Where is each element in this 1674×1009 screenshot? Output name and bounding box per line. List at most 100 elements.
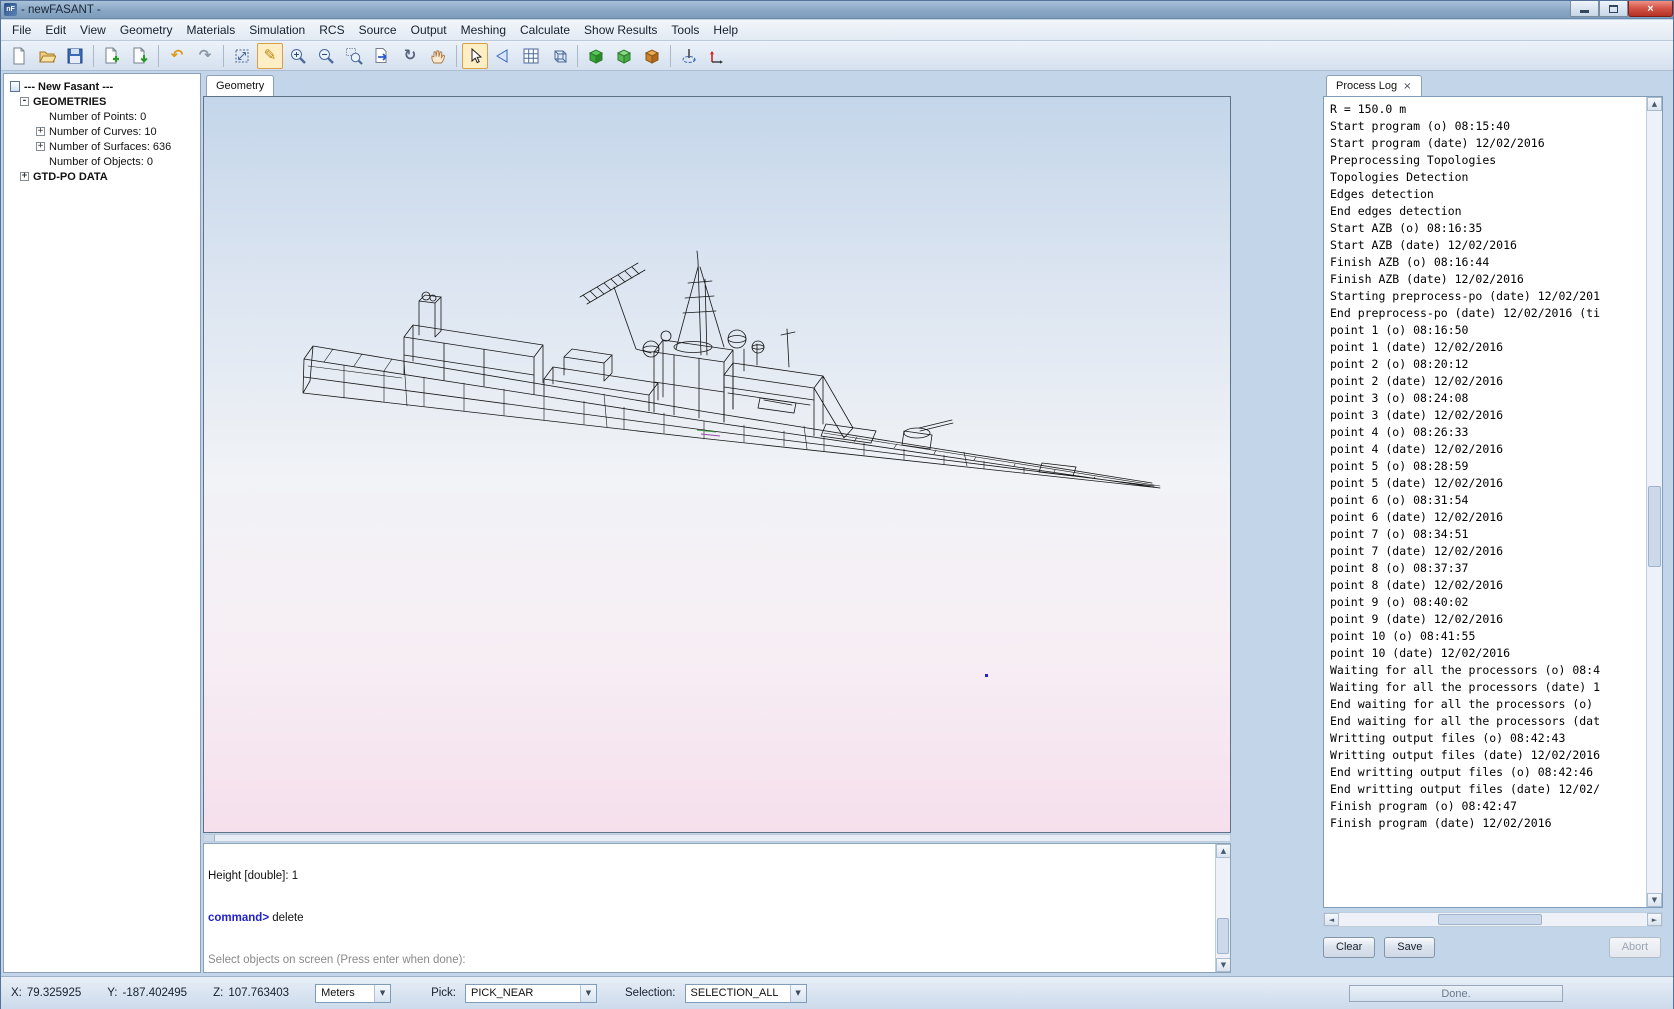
tree-item-gtd-po-data[interactable]: + GTD-PO DATA [6,169,198,184]
process-log-horizontal-scrollbar[interactable]: ◄ ► [1323,912,1663,927]
process-log-text: R = 150.0 m Start program (o) 08:15:40 S… [1330,101,1645,907]
pan-view-button[interactable] [369,43,395,69]
pan-view-icon [373,47,391,65]
chevron-down-icon: ▼ [374,985,390,1002]
select-cursor-button[interactable] [462,43,488,69]
scrollbar-thumb[interactable] [1438,914,1543,925]
open-button[interactable] [34,43,60,69]
tree-root-label: --- New Fasant --- [24,81,113,93]
axes-button[interactable] [704,43,730,69]
view-direction-icon [494,47,512,65]
units-dropdown[interactable]: Meters ▼ [315,984,391,1003]
scroll-up-icon[interactable]: ▲ [1647,97,1662,111]
save-button[interactable] [62,43,88,69]
menu-show-results[interactable]: Show Results [577,21,664,39]
scroll-left-icon[interactable]: ◄ [1324,913,1339,926]
menu-rcs[interactable]: RCS [312,21,351,39]
wireframe-cube-icon [550,47,568,65]
horizontal-splitter[interactable] [203,834,1231,842]
menu-file[interactable]: File [5,21,38,39]
solid-view-shaded-button[interactable] [611,43,637,69]
clear-button[interactable]: Clear [1323,937,1375,958]
tab-process-log[interactable]: Process Log × [1326,75,1422,96]
maximize-button[interactable] [1599,1,1628,17]
command-line: command> delete [208,911,1214,925]
selection-mode-dropdown[interactable]: SELECTION_ALL ▼ [685,984,807,1003]
expand-icon[interactable]: + [36,127,45,136]
zoom-extents-button[interactable] [229,43,255,69]
undo-button[interactable]: ↶ [164,43,190,69]
pick-label: Pick: [431,987,456,999]
tree-item-surfaces[interactable]: + Number of Surfaces: 636 [6,139,198,154]
menu-materials[interactable]: Materials [180,21,243,39]
zoom-in-button[interactable] [285,43,311,69]
expand-icon[interactable]: + [36,142,45,151]
pick-mode-dropdown[interactable]: PICK_NEAR ▼ [465,984,597,1003]
export-geometry-button[interactable] [127,43,153,69]
splitter-handle[interactable] [204,835,215,841]
process-log-box: R = 150.0 m Start program (o) 08:15:40 S… [1323,96,1663,908]
orbit-view-button[interactable]: ↻ [397,43,423,69]
ship-wireframe [204,97,1231,833]
solid-view-orange-button[interactable] [639,43,665,69]
progress-label: Done. [1441,988,1470,1000]
tree-item-curves[interactable]: + Number of Curves: 10 [6,124,198,139]
save-icon [66,47,84,65]
save-log-button[interactable]: Save [1384,937,1435,958]
scroll-up-icon[interactable]: ▲ [1216,844,1231,858]
hand-pan-button[interactable] [425,43,451,69]
menu-output[interactable]: Output [404,21,454,39]
rotate-around-axis-button[interactable] [676,43,702,69]
geometry-viewport[interactable] [203,96,1231,833]
close-button[interactable]: × [1628,1,1673,17]
import-geometry-button[interactable] [99,43,125,69]
solid-view-green-button[interactable] [583,43,609,69]
expand-icon[interactable]: + [20,172,29,181]
tree-item-geometries[interactable]: - GEOMETRIES [6,94,198,109]
scrollbar-thumb[interactable] [1217,918,1229,954]
tab-geometry[interactable]: Geometry [206,75,274,96]
scrollbar-thumb[interactable] [1648,486,1661,567]
y-label: Y: [107,987,117,999]
collapse-icon[interactable]: - [20,97,29,106]
scroll-down-icon[interactable]: ▼ [1216,958,1231,972]
menu-help[interactable]: Help [706,21,745,39]
axes-icon [708,47,726,65]
app-window: nF - newFASANT - × File Edit View Geomet… [0,0,1674,1009]
scroll-right-icon[interactable]: ► [1647,913,1662,926]
zoom-window-button[interactable] [341,43,367,69]
view-direction-button[interactable] [490,43,516,69]
redo-button[interactable]: ↷ [192,43,218,69]
menu-edit[interactable]: Edit [38,21,73,39]
expander-placeholder [36,112,45,121]
menu-geometry[interactable]: Geometry [113,21,180,39]
command-scrollbar[interactable]: ▲ ▼ [1215,844,1230,972]
scrollbar-track[interactable] [1339,913,1647,926]
scroll-down-icon[interactable]: ▼ [1647,893,1662,907]
draw-pencil-button[interactable]: ✎ [257,43,283,69]
menu-tools[interactable]: Tools [664,21,706,39]
process-log-vertical-scrollbar[interactable]: ▲ ▼ [1646,97,1662,907]
toolbar-separator [577,45,578,67]
menu-simulation[interactable]: Simulation [242,21,312,39]
z-coordinate: 107.763403 [228,987,289,999]
tree-item-points[interactable]: Number of Points: 0 [6,109,198,124]
x-coordinate: 79.325925 [27,987,81,999]
orbit-icon: ↻ [404,48,417,63]
tree-root[interactable]: --- New Fasant --- [6,79,198,94]
center-pane: Geometry [203,73,1233,973]
rotate-around-axis-icon [680,47,698,65]
new-file-button[interactable] [6,43,32,69]
command-console[interactable]: Height [double]: 1 command> delete Selec… [203,843,1231,973]
minimize-button[interactable] [1570,1,1599,17]
tab-close-icon[interactable]: × [1403,81,1411,92]
zoom-out-button[interactable] [313,43,339,69]
menu-source[interactable]: Source [352,21,404,39]
tree-item-objects[interactable]: Number of Objects: 0 [6,154,198,169]
grid-view-button[interactable] [518,43,544,69]
menu-view[interactable]: View [73,21,113,39]
abort-button[interactable]: Abort [1609,937,1661,958]
wireframe-cube-button[interactable] [546,43,572,69]
menu-meshing[interactable]: Meshing [454,21,513,39]
menu-calculate[interactable]: Calculate [513,21,577,39]
